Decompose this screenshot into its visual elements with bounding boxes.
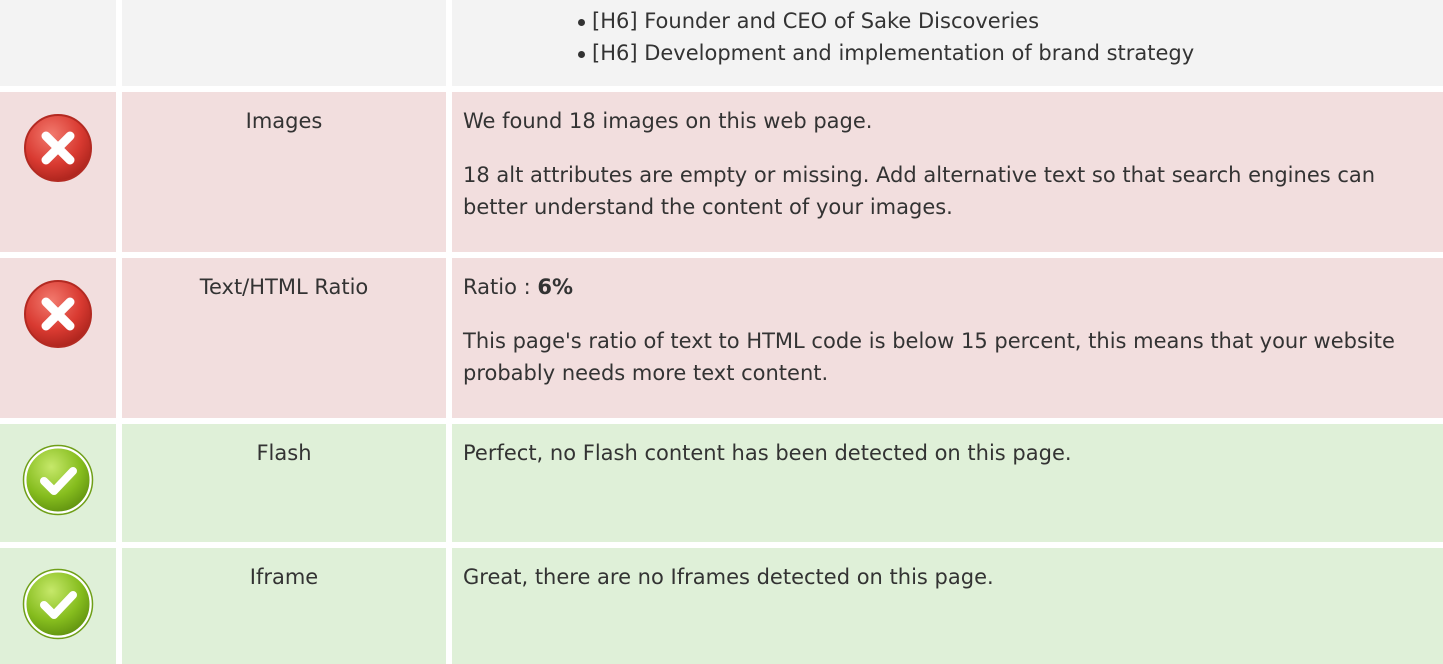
row-label: Iframe bbox=[249, 565, 319, 589]
headings-row: [H6] Founder and CEO of Sake Discoveries… bbox=[0, 0, 1443, 86]
ratio-value: 6% bbox=[537, 275, 573, 299]
headings-icon-cell bbox=[0, 0, 116, 86]
heading-item: [H6] Development and implementation of b… bbox=[578, 37, 1423, 69]
ratio-label-cell: Text/HTML Ratio bbox=[122, 258, 446, 418]
headings-content-cell: [H6] Founder and CEO of Sake Discoveries… bbox=[452, 0, 1443, 86]
row-text: This page's ratio of text to HTML code i… bbox=[463, 329, 1395, 385]
flash-row: Flash Perfect, no Flash content has been… bbox=[0, 424, 1443, 542]
row-text: Great, there are no Iframes detected on … bbox=[463, 565, 994, 589]
row-label: Text/HTML Ratio bbox=[199, 275, 369, 299]
flash-status-cell bbox=[0, 424, 116, 542]
iframe-row: Iframe Great, there are no Iframes detec… bbox=[0, 548, 1443, 664]
error-x-icon bbox=[24, 280, 92, 348]
row-label: Images bbox=[245, 109, 323, 133]
row-text: 18 alt attributes are empty or missing. … bbox=[463, 163, 1376, 219]
text-html-ratio-row: Text/HTML Ratio Ratio : 6% This page's r… bbox=[0, 258, 1443, 418]
iframe-label-cell: Iframe bbox=[122, 548, 446, 664]
row-text: Perfect, no Flash content has been detec… bbox=[463, 441, 1072, 465]
headings-list: [H6] Founder and CEO of Sake Discoveries… bbox=[578, 0, 1423, 69]
row-label: Flash bbox=[256, 441, 312, 465]
heading-item: [H6] Founder and CEO of Sake Discoveries bbox=[578, 5, 1423, 37]
images-row: Images We found 18 images on this web pa… bbox=[0, 92, 1443, 252]
iframe-status-cell bbox=[0, 548, 116, 664]
row-text: We found 18 images on this web page. bbox=[463, 109, 873, 133]
ratio-line: Ratio : 6% bbox=[463, 271, 1423, 303]
flash-label-cell: Flash bbox=[122, 424, 446, 542]
ratio-status-cell bbox=[0, 258, 116, 418]
headings-label-cell bbox=[122, 0, 446, 86]
check-icon bbox=[22, 444, 94, 516]
iframe-content-cell: Great, there are no Iframes detected on … bbox=[452, 548, 1443, 664]
images-content-cell: We found 18 images on this web page. 18 … bbox=[452, 92, 1443, 252]
error-x-icon bbox=[24, 114, 92, 182]
ratio-content-cell: Ratio : 6% This page's ratio of text to … bbox=[452, 258, 1443, 418]
check-icon bbox=[22, 568, 94, 640]
ratio-prefix: Ratio : bbox=[463, 275, 538, 299]
flash-content-cell: Perfect, no Flash content has been detec… bbox=[452, 424, 1443, 542]
images-label-cell: Images bbox=[122, 92, 446, 252]
images-status-cell bbox=[0, 92, 116, 252]
